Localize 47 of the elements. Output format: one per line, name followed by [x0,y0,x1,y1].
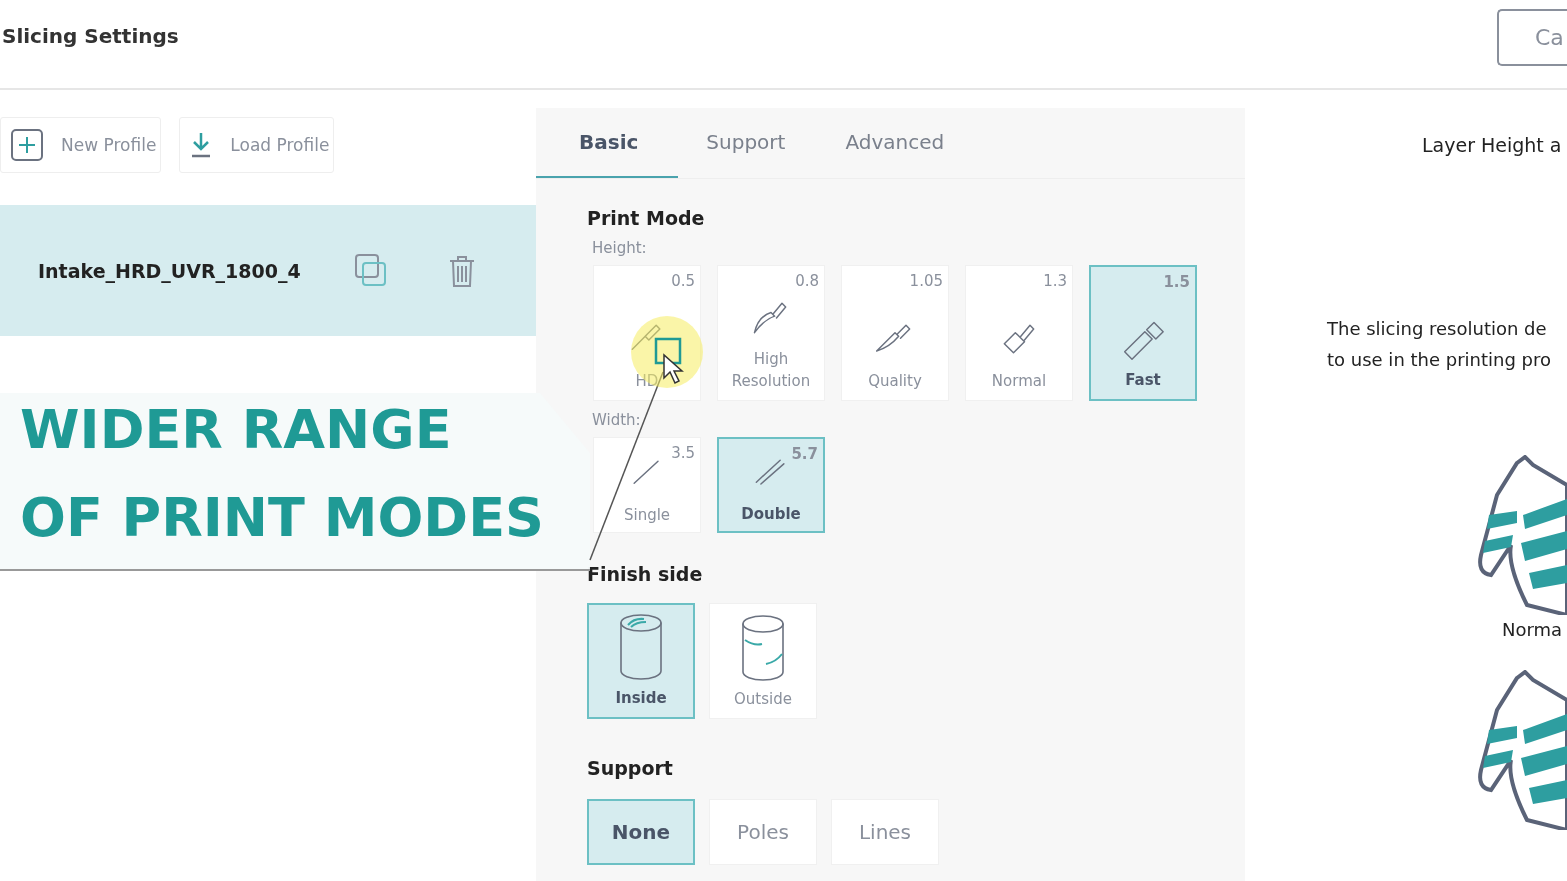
width-option[interactable]: 3.5 Single [593,437,701,533]
width-value: 3.5 [671,444,695,462]
plus-icon [11,129,43,161]
tab[interactable]: Support [678,108,818,178]
height-value: 0.5 [671,272,695,290]
tab[interactable]: Basic [536,108,679,178]
cancel-button[interactable]: Ca [1497,9,1567,66]
height-value: 1.3 [1043,272,1067,290]
finish-side-option[interactable]: Outside [709,603,817,719]
height-value: 1.5 [1163,273,1190,291]
profile-row[interactable]: Intake_HRD_UVR_1800_4 [0,205,536,336]
section-title: Finish side [587,563,704,585]
page-title: Slicing Settings [2,24,179,48]
info-description: The slicing resolution de to use in the printing pro [1327,317,1553,372]
height-value: 1.05 [909,272,943,290]
trash-icon [448,253,476,288]
section-title: Print Mode [587,207,706,229]
print-mode-option[interactable]: 1.3 Normal [965,265,1073,401]
cylinder-inside-icon [618,613,664,681]
print-mode-option[interactable]: 0.5 HD [593,265,701,401]
info-heading: Layer Height a [1422,134,1563,156]
download-icon [190,132,213,158]
print-mode-option[interactable]: 1.5 Fast [1089,265,1197,401]
width-option[interactable]: 5.7 Double [717,437,825,533]
print-mode-option[interactable]: 0.8 High Resolution [717,265,825,401]
section-title: Support [587,757,674,779]
banner-title-line: OF PRINT MODES [20,486,544,549]
banner-title-line: WIDER RANGE [20,398,452,461]
height-value: 0.8 [795,272,819,290]
preview-label: Norma [1502,619,1564,640]
profile-action-button[interactable]: Load Profile [179,117,335,173]
delete-button[interactable] [448,253,476,288]
finish-side-option[interactable]: Inside [587,603,695,719]
support-option[interactable]: Poles [709,799,817,865]
profile-action-button[interactable]: New Profile [0,117,162,173]
cylinder-outside-icon [740,614,786,682]
support-option[interactable]: None [587,799,695,865]
profile-name: Intake_HRD_UVR_1800_4 [38,259,302,282]
cursor-highlight [631,316,703,388]
tab[interactable]: Advanced [817,108,977,178]
print-mode-option[interactable]: 1.05 Quality [841,265,949,401]
field-label: Height: [592,239,648,257]
field-label: Width: [592,411,642,429]
support-option[interactable]: Lines [831,799,939,865]
width-value: 5.7 [791,445,818,463]
copy-icon [354,252,388,289]
duplicate-button[interactable] [354,252,388,289]
